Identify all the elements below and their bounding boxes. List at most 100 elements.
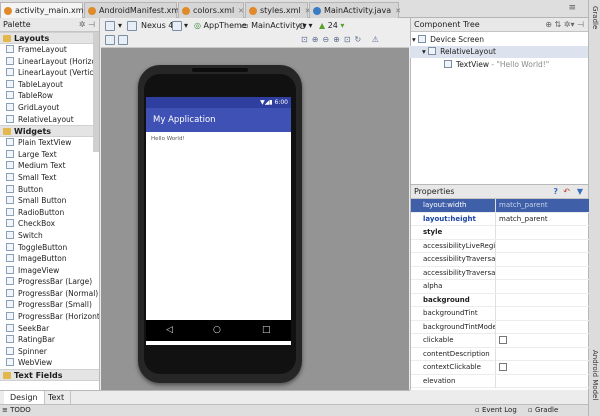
property-value[interactable]: match_parent [499, 213, 548, 226]
back-icon[interactable]: ◁ [166, 325, 173, 335]
palette-group-header[interactable]: Widgets [0, 125, 99, 138]
activity-selector[interactable]: ▭ MainActivity ▾ [241, 21, 307, 30]
widget-icon [6, 323, 14, 332]
android-model-tool-button[interactable]: Android Model [591, 350, 599, 400]
blueprint-mode-icon[interactable] [118, 35, 128, 45]
palette-item[interactable]: TableRow [0, 90, 99, 102]
component-tree-settings-icon[interactable]: ⊕ ⇅ ✲▾ ⊣ [545, 18, 584, 32]
tab-design[interactable]: Design [4, 391, 45, 405]
palette-item[interactable]: ImageButton [0, 253, 99, 265]
palette-item[interactable]: RelativeLayout [0, 114, 99, 126]
palette-item[interactable]: ProgressBar (Normal) [0, 288, 99, 300]
property-row[interactable]: layout:height match_parent [411, 212, 589, 226]
palette-item[interactable]: Medium Text [0, 160, 99, 172]
tab-android-manifest[interactable]: AndroidManifest.xml✕ [84, 2, 191, 18]
undo-icon[interactable]: ↶ [563, 185, 570, 199]
property-row[interactable]: accessibilityTraversalAfter [411, 253, 589, 267]
palette-item[interactable]: Plain TextView [0, 137, 99, 149]
property-checkbox[interactable] [499, 363, 507, 371]
phone-app-bar[interactable]: My Application [146, 108, 291, 132]
home-icon[interactable]: ○ [213, 325, 221, 335]
palette-item[interactable]: ImageView [0, 265, 99, 277]
tab-styles[interactable]: styles.xml ✕ [245, 2, 311, 18]
dropdown-arrow-icon[interactable]: ▾ [184, 21, 188, 30]
palette-item[interactable]: LinearLayout (Horizontal) [0, 56, 99, 68]
property-checkbox[interactable] [499, 336, 507, 344]
palette-item[interactable]: ProgressBar (Horizontal) [0, 311, 99, 323]
tab-colors[interactable]: colors.xml ✕ [178, 2, 244, 18]
palette-item[interactable]: Spinner [0, 346, 99, 358]
palette-item[interactable]: Button [0, 184, 99, 196]
palette-item[interactable]: CheckBox [0, 218, 99, 230]
status-bar: ≡ TODO ▫ Event Log ▫ Gradle Console [0, 404, 588, 416]
palette-item[interactable]: Switch [0, 230, 99, 242]
column-divider [495, 199, 496, 212]
design-mode-icon[interactable] [105, 35, 115, 45]
property-row[interactable]: background [411, 293, 589, 307]
property-row[interactable]: style [411, 226, 589, 240]
palette-item[interactable]: ToggleButton [0, 242, 99, 254]
palette-item[interactable]: SeekBar [0, 323, 99, 335]
gradle-console-button[interactable]: ▫ Gradle Console [528, 405, 588, 416]
property-row[interactable]: backgroundTint [411, 307, 589, 321]
tab-text[interactable]: Text [42, 391, 72, 405]
property-row[interactable]: contextClickable [411, 361, 589, 375]
event-log-button[interactable]: ▫ Event Log [475, 405, 517, 416]
palette-item[interactable]: ProgressBar (Large) [0, 276, 99, 288]
palette-item[interactable]: LinearLayout (Vertical) [0, 67, 99, 79]
property-row[interactable]: contentDescription [411, 347, 589, 361]
help-icon[interactable]: ? [553, 185, 558, 199]
palette-item[interactable]: ProgressBar (Small) [0, 299, 99, 311]
layout-variants-icon[interactable] [105, 21, 115, 31]
property-name: style [423, 228, 443, 236]
property-row[interactable]: backgroundTintMode [411, 320, 589, 334]
tab-main-activity[interactable]: MainActivity.java ✕ [309, 2, 401, 18]
tree-node-textview[interactable]: TextView - "Hello World!" [444, 60, 549, 69]
phone-nav-bar: ◁ ○ □ [146, 320, 291, 341]
todo-tool-button[interactable]: ≡ TODO [2, 405, 31, 416]
palette-item[interactable]: Large Text [0, 149, 99, 161]
palette-item[interactable]: GridLayout [0, 102, 99, 114]
zoom-controls[interactable]: ⊡⊕⊖⊕⊡↻ ⚠ [301, 35, 383, 44]
tree-node-device-screen[interactable]: ▾ Device Screen [412, 35, 484, 44]
theme-selector[interactable]: ◎ AppTheme [194, 21, 247, 30]
property-value[interactable]: match_parent [499, 199, 548, 212]
palette-item[interactable]: RatingBar [0, 334, 99, 346]
property-row[interactable]: accessibilityTraversalBefore [411, 266, 589, 280]
tree-node-relative-layout[interactable]: ▾ RelativeLayout [422, 47, 496, 56]
hello-world-textview[interactable]: Hello World! [151, 136, 185, 142]
device-screen[interactable] [146, 97, 291, 345]
tab-activity-main[interactable]: activity_main.xml✕ [0, 2, 96, 18]
palette-item[interactable]: Small Text [0, 172, 99, 184]
gradle-tool-button[interactable]: Gradle [591, 6, 599, 29]
orientation-icon[interactable] [172, 21, 182, 31]
palette-item[interactable]: RadioButton [0, 207, 99, 219]
palette-item[interactable]: FrameLayout [0, 44, 99, 56]
recents-icon[interactable]: □ [262, 325, 271, 335]
device-frame-icon[interactable] [127, 21, 137, 31]
palette-group-header[interactable]: Layouts [0, 32, 99, 44]
property-row[interactable]: layout:width match_parent [411, 199, 589, 213]
palette-group-header[interactable]: Text Fields [0, 369, 99, 382]
java-file-icon [313, 7, 321, 15]
property-row[interactable]: elevation [411, 374, 589, 388]
column-divider [495, 226, 496, 239]
locale-selector[interactable]: ◍ ▾ [299, 21, 313, 30]
palette-item[interactable]: WebView [0, 357, 99, 369]
right-tool-strip: Gradle Android Model [588, 0, 600, 416]
palette-item[interactable]: Small Button [0, 195, 99, 207]
palette-scrollbar[interactable] [93, 32, 99, 152]
property-row[interactable]: clickable [411, 334, 589, 348]
palette-settings-icon[interactable]: ✲ ⊣ [79, 18, 95, 32]
property-row[interactable]: accessibilityLiveRegion [411, 239, 589, 253]
property-row[interactable]: alpha [411, 280, 589, 294]
api-level-selector[interactable]: ▲ 24 ▾ [319, 21, 344, 30]
filter-icon[interactable]: ▼ [577, 185, 583, 199]
dropdown-arrow-icon[interactable]: ▾ [118, 21, 122, 30]
tab-overflow-menu-icon[interactable]: ≡ [568, 3, 576, 13]
xml-file-icon [182, 7, 190, 15]
property-name: clickable [423, 336, 454, 344]
close-icon[interactable]: ✕ [395, 7, 401, 15]
palette-item[interactable]: TableLayout [0, 79, 99, 91]
close-icon[interactable]: ✕ [238, 7, 244, 15]
